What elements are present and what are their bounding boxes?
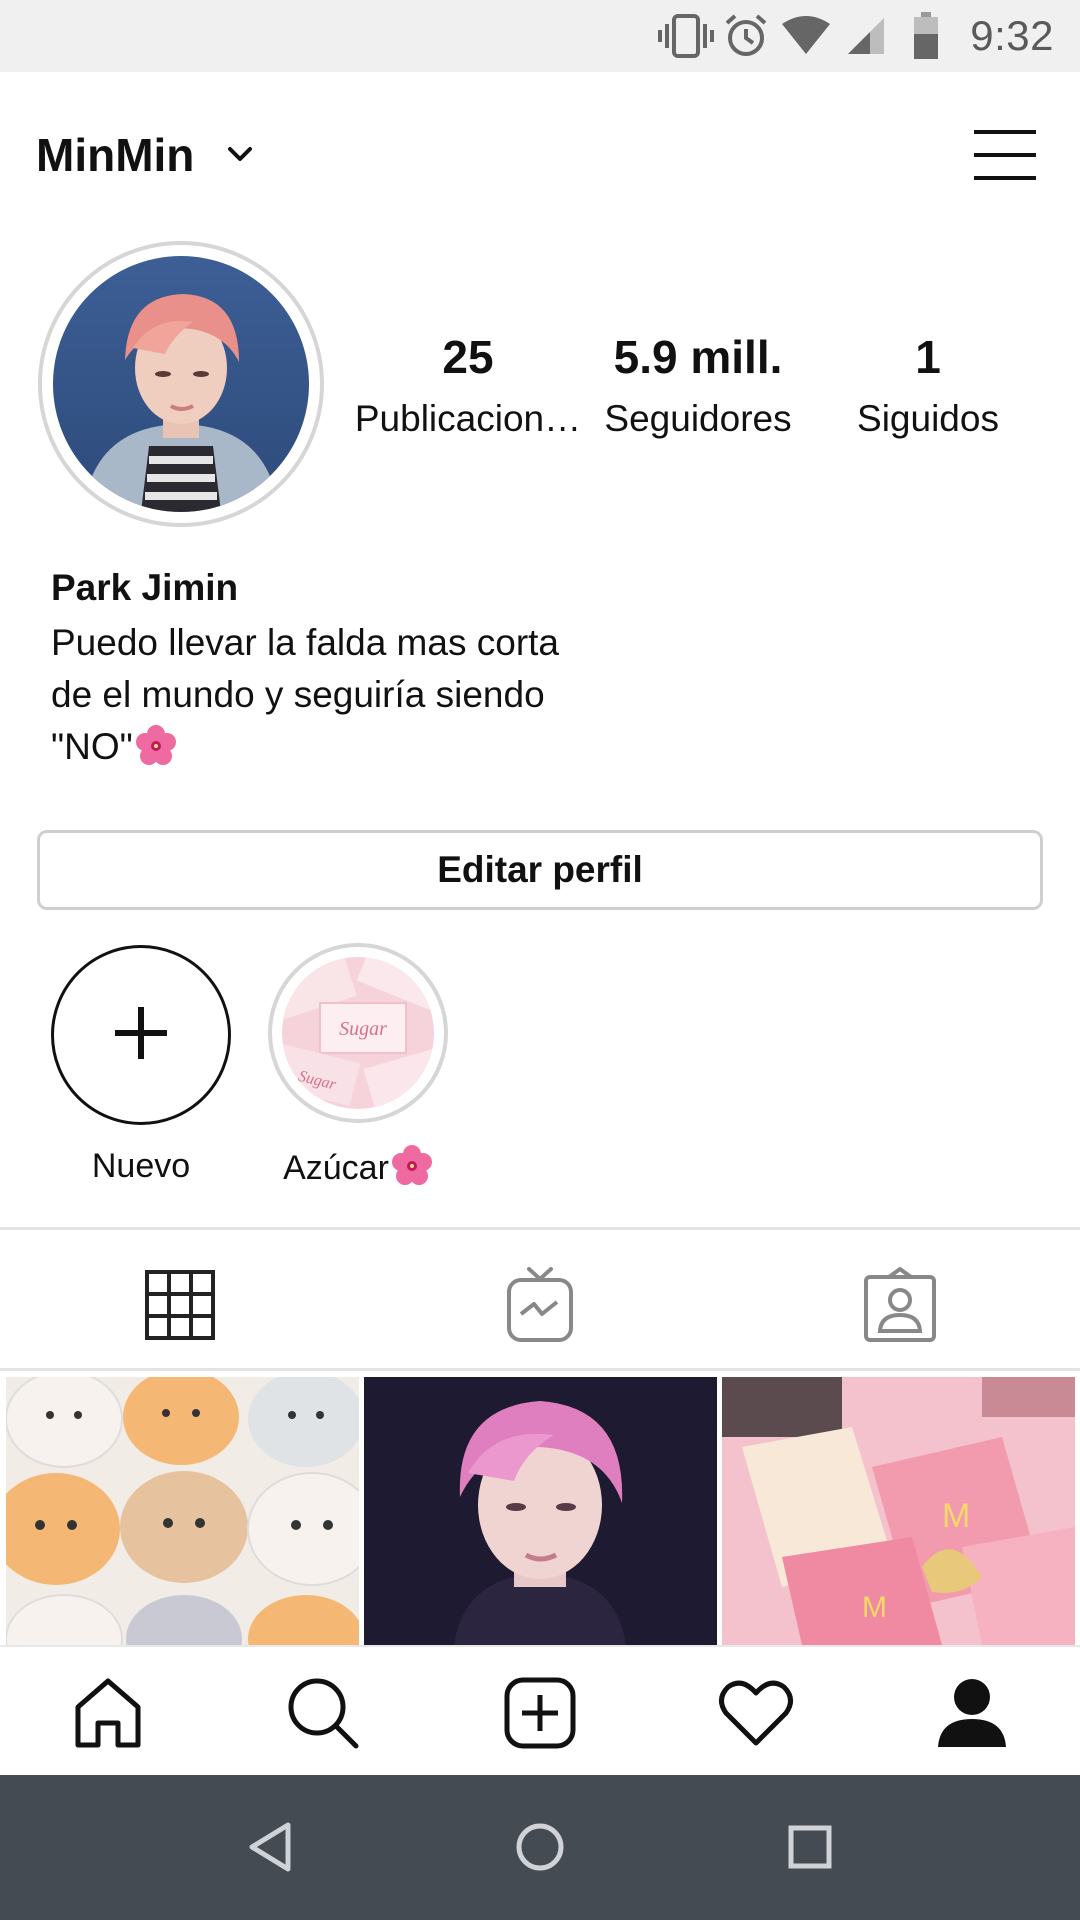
highlight-cover-ring[interactable]: Sugar Sugar <box>268 943 448 1123</box>
grid-icon[interactable] <box>135 1260 225 1350</box>
profile-tabs <box>0 1230 1080 1368</box>
profile-avatar-ring[interactable] <box>38 241 324 527</box>
signal-icon <box>836 0 896 72</box>
igtv-icon[interactable] <box>495 1260 585 1350</box>
wifi-icon <box>776 0 836 72</box>
hibiscus-emoji-icon <box>135 725 177 767</box>
bio-line-3: "NO" <box>51 726 133 767</box>
posts-count: 25 <box>442 331 494 383</box>
profile-icon[interactable] <box>932 1673 1012 1753</box>
posts-grid: M M <box>0 1377 1080 1645</box>
battery-icon <box>896 0 956 72</box>
hibiscus-emoji-icon <box>391 1145 433 1187</box>
post-thumbnail-3[interactable]: M M <box>722 1377 1075 1645</box>
avatar <box>53 256 309 512</box>
bio-line-1: Puedo llevar la falda mas corta <box>51 622 559 663</box>
recents-icon[interactable] <box>778 1815 842 1879</box>
new-highlight-circle[interactable] <box>51 945 231 1125</box>
following-count: 1 <box>915 331 941 383</box>
home-icon[interactable] <box>68 1673 148 1753</box>
highlight-azucar[interactable]: Sugar Sugar Azúcar <box>258 943 458 1188</box>
highlight-cover-image: Sugar Sugar <box>282 957 434 1109</box>
post-thumbnail-1[interactable] <box>6 1377 359 1645</box>
edit-profile-button[interactable]: Editar perfil <box>37 830 1043 910</box>
alarm-icon <box>716 0 776 72</box>
bio-line-3-wrap: "NO" <box>51 721 951 773</box>
posts-label: Publicacion… <box>354 398 582 439</box>
followers-count: 5.9 mill. <box>613 331 783 383</box>
heart-icon[interactable] <box>716 1673 796 1753</box>
sugar-cover-text: Sugar <box>339 1018 387 1040</box>
profile-header: MinMin <box>0 72 1080 242</box>
chevron-down-icon[interactable] <box>222 136 258 172</box>
svg-text:M: M <box>942 1497 970 1535</box>
stat-following[interactable]: 1 Siguidos <box>808 330 1048 440</box>
tabs-divider <box>0 1368 1080 1371</box>
hamburger-menu-icon[interactable] <box>974 128 1036 182</box>
following-label: Siguidos <box>857 398 999 439</box>
display-name: Park Jimin <box>51 567 239 608</box>
highlight-label-new: Nuevo <box>91 1147 191 1185</box>
search-icon[interactable] <box>283 1673 363 1753</box>
status-time: 9:32 <box>970 12 1054 59</box>
bottom-navigation <box>0 1645 1080 1775</box>
tagged-icon[interactable] <box>855 1260 945 1350</box>
profile-bio: Park Jimin Puedo llevar la falda mas cor… <box>51 565 951 773</box>
post-thumbnail-2[interactable] <box>364 1377 717 1645</box>
bio-line-2: de el mundo y seguiría siendo <box>51 674 545 715</box>
svg-text:M: M <box>862 1591 887 1624</box>
highlight-new[interactable]: Nuevo <box>41 945 241 1186</box>
stat-posts[interactable]: 25 Publicacion… <box>348 330 588 440</box>
status-icons: 9:32 <box>656 0 1080 72</box>
account-username[interactable]: MinMin <box>36 128 194 182</box>
stat-followers[interactable]: 5.9 mill. Seguidores <box>578 330 818 440</box>
highlight-label-azucar: Azúcar <box>283 1149 389 1187</box>
system-navigation-bar <box>0 1775 1080 1920</box>
plus-icon <box>113 1005 169 1066</box>
followers-label: Seguidores <box>604 398 792 439</box>
home-circle-icon[interactable] <box>508 1815 572 1879</box>
highlight-label-azucar-wrap: Azúcar <box>258 1145 458 1188</box>
back-icon[interactable] <box>238 1815 302 1879</box>
add-post-icon[interactable] <box>500 1673 580 1753</box>
vibrate-icon <box>656 0 716 72</box>
status-bar: 9:32 <box>0 0 1080 72</box>
